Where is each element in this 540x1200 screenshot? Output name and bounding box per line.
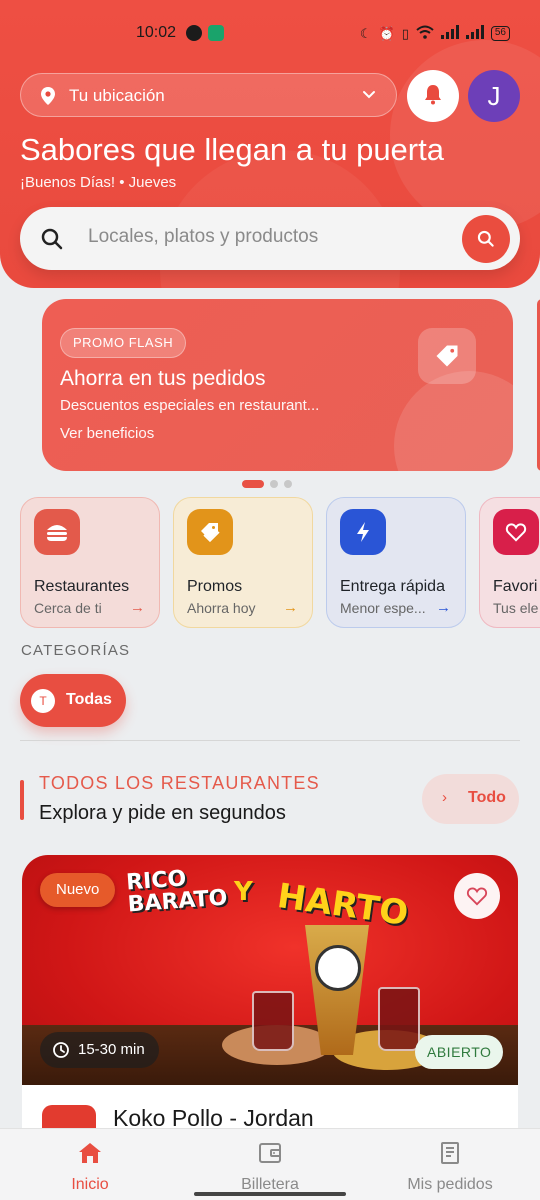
wallet-icon (190, 1141, 350, 1170)
nav-label: Mis pedidos (407, 1176, 493, 1193)
status-bar: 10:02 ☾ ⏰ ▯ 56 (0, 22, 540, 46)
status-time: 10:02 (136, 24, 177, 41)
whatsapp-icon (186, 25, 202, 41)
carousel-dot[interactable] (242, 480, 264, 488)
banner-text: Y (234, 877, 253, 907)
page-title: Sabores que llegan a tu puerta (20, 132, 444, 167)
search-icon (477, 230, 494, 247)
user-avatar[interactable]: J (468, 70, 520, 122)
chevron-right-icon: › (442, 789, 447, 806)
favorite-button[interactable] (454, 873, 500, 919)
nav-item-billetera[interactable]: Billetera (190, 1141, 350, 1194)
location-label: Tu ubicación (69, 86, 165, 105)
divider (20, 740, 520, 741)
nav-item-inicio[interactable]: Inicio (10, 1141, 170, 1194)
receipt-icon (370, 1141, 530, 1170)
carousel-dot[interactable] (284, 480, 292, 488)
location-pin-icon (39, 86, 57, 111)
banner-drink (252, 991, 294, 1051)
delivery-time: 15-30 min (78, 1041, 145, 1058)
arrow-right-icon: → (436, 599, 451, 616)
wifi-icon (416, 25, 434, 42)
bolt-icon (340, 509, 386, 555)
quick-card-subtitle: Tus ele (493, 600, 539, 616)
arrow-right-icon: → (130, 599, 145, 616)
category-chip-letter: T (31, 689, 55, 713)
section-accent-bar (20, 780, 24, 820)
section-kicker: TODOS LOS RESTAURANTES (39, 773, 320, 793)
quick-card-title: Promos (187, 578, 243, 595)
search-submit-button[interactable] (462, 215, 510, 263)
quick-card-subtitle: Cerca de ti (34, 600, 102, 616)
bell-icon (421, 82, 445, 111)
banner-text: RICO BARATO (125, 866, 228, 917)
heart-icon (493, 509, 539, 555)
carousel-dot[interactable] (270, 480, 278, 488)
promo-subtitle: Descuentos especiales en restaurant... (60, 397, 320, 414)
bottom-navigation: Inicio Billetera Mis pedidos (0, 1128, 540, 1200)
arrow-right-icon: → (283, 599, 298, 616)
chevron-down-icon (362, 88, 376, 107)
quick-card-subtitle: Menor espe... (340, 600, 426, 616)
moon-icon: ☾ (359, 25, 372, 41)
promo-link[interactable]: Ver beneficios (60, 425, 154, 442)
see-all-button[interactable]: › Todo (422, 774, 519, 824)
header: 10:02 ☾ ⏰ ▯ 56 Tu ubicación J Sabores qu… (0, 0, 540, 288)
category-chip-label: Todas (66, 691, 112, 708)
quick-card-title: Favori (493, 578, 538, 595)
category-chip-todas[interactable]: T Todas (20, 674, 126, 727)
banner-mascot (315, 945, 361, 991)
promo-decoration (394, 371, 513, 471)
carousel-indicator (242, 480, 292, 488)
clock-icon (53, 1042, 69, 1058)
new-badge: Nuevo (40, 873, 116, 907)
categories-label: CATEGORÍAS (21, 642, 131, 659)
app-notification-icon (208, 25, 224, 41)
quick-card-promos[interactable]: Promos Ahorra hoy → (173, 497, 313, 628)
search-input[interactable]: Locales, platos y productos (88, 226, 318, 248)
promo-badge: PROMO FLASH (60, 328, 187, 358)
nav-label: Inicio (71, 1176, 109, 1193)
status-badge: ABIERTO (415, 1035, 504, 1069)
heart-icon (466, 887, 488, 906)
quick-card-title: Restaurantes (34, 578, 130, 595)
signal-icon (440, 25, 459, 42)
delivery-time-badge: 15-30 min (40, 1032, 159, 1068)
quick-card-title: Entrega rápida (340, 578, 445, 595)
search-bar[interactable]: Locales, platos y productos (20, 207, 520, 270)
notifications-button[interactable] (407, 70, 459, 122)
section-title: Explora y pide en segundos (39, 802, 286, 824)
promo-title: Ahorra en tus pedidos (60, 367, 266, 390)
banner-text: HARTO (274, 876, 411, 934)
quick-card-restaurantes[interactable]: Restaurantes Cerca de ti → (20, 497, 160, 628)
banner-drink (378, 987, 420, 1051)
alarm-icon: ⏰ (378, 25, 395, 41)
home-indicator[interactable] (194, 1192, 346, 1196)
vibrate-icon: ▯ (401, 25, 409, 41)
signal-icon (465, 25, 484, 42)
quick-card-favoritos[interactable]: Favori Tus ele (479, 497, 540, 628)
home-icon (10, 1141, 170, 1170)
search-icon (40, 227, 64, 256)
location-selector[interactable]: Tu ubicación (20, 73, 397, 117)
nav-item-mis-pedidos[interactable]: Mis pedidos (370, 1141, 530, 1194)
tag-icon (418, 328, 476, 384)
see-all-label: Todo (468, 789, 506, 806)
battery-indicator: 56 (490, 26, 510, 41)
quick-card-entrega-rapida[interactable]: Entrega rápida Menor espe... → (326, 497, 466, 628)
tag-icon (187, 509, 233, 555)
restaurant-card[interactable]: RICO BARATO Y HARTO Nuevo 15-30 min ABIE… (22, 855, 518, 1155)
status-icons: ☾ ⏰ ▯ 56 (360, 25, 510, 42)
quick-card-subtitle: Ahorra hoy (187, 600, 256, 616)
greeting-text: ¡Buenos Días! • Jueves (20, 174, 177, 191)
burger-icon (34, 509, 80, 555)
promo-banner[interactable]: PROMO FLASH Ahorra en tus pedidos Descue… (42, 299, 513, 471)
